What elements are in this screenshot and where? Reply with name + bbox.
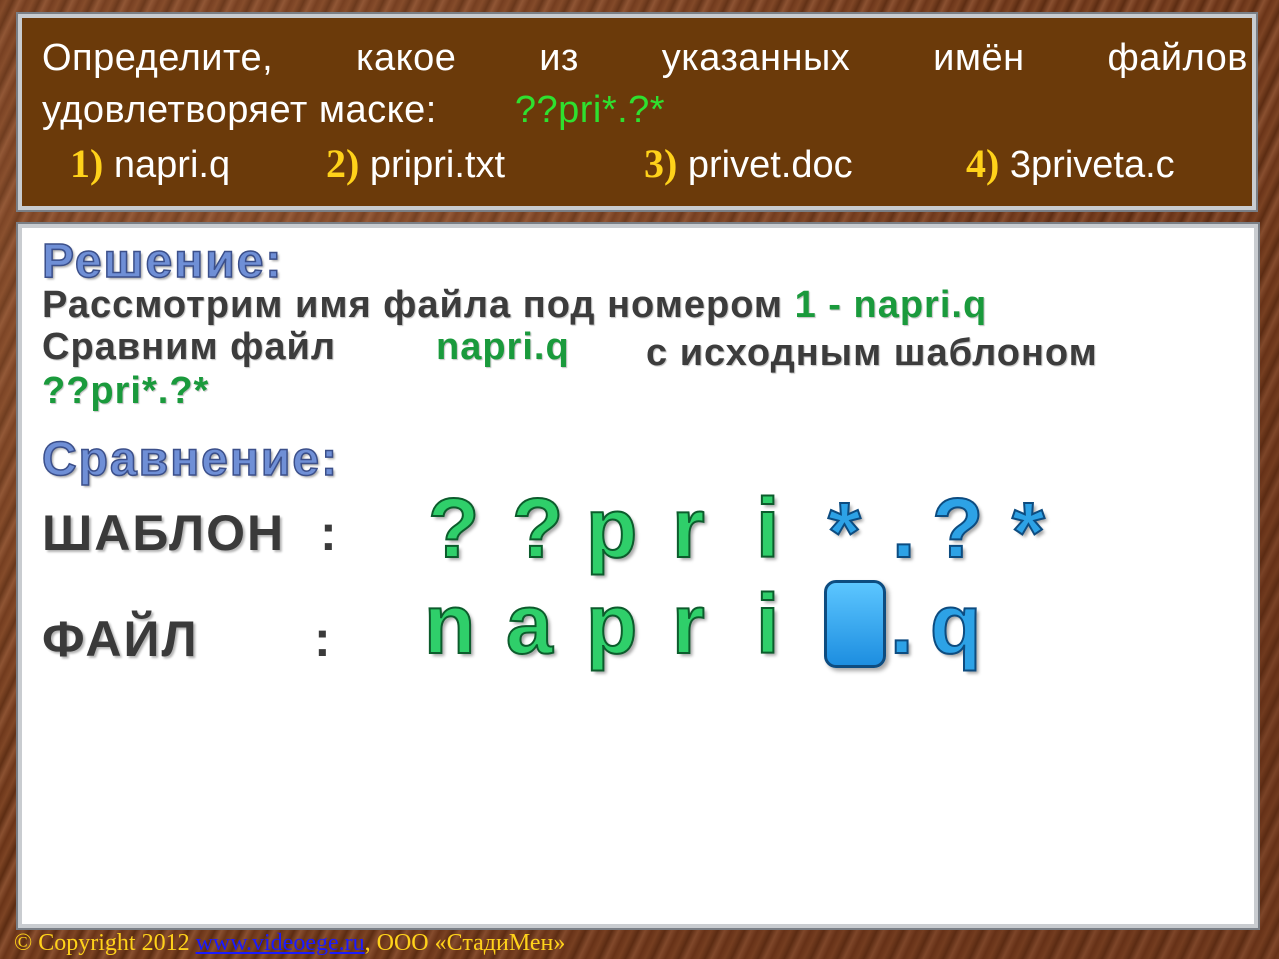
file-char-1: n	[423, 577, 476, 671]
option-4-name: 3priveta.c	[1009, 144, 1175, 186]
template-char-7: .	[891, 481, 916, 575]
template-label: ШАБЛОН	[42, 505, 286, 561]
task-panel: Определите, какое из указанных имён файл…	[16, 12, 1258, 212]
task-question: Определите, какое из указанных имён файл…	[42, 32, 1248, 136]
task-mask: ??pri*.?*	[514, 89, 666, 131]
copyright-footer: © Copyright 2012 www.videoege.ru, ООО «С…	[14, 930, 565, 957]
file-label: ФАЙЛ	[42, 611, 199, 667]
template-char-1: ?	[427, 481, 480, 575]
option-4-number: 4)	[966, 141, 1000, 186]
task-line-2: удовлетворяет маске:	[42, 89, 437, 131]
copyright-text: © Copyright 2012	[14, 930, 190, 956]
template-char-6: *	[827, 485, 862, 579]
template-char-2: ?	[511, 481, 564, 575]
file-char-6: .	[889, 577, 914, 671]
solution-line-3-mask: ??pri*.?*	[42, 370, 210, 412]
solution-line-1-text: Рассмотрим имя файла под номером	[42, 284, 784, 326]
solution-heading: Решение:	[41, 234, 284, 289]
template-char-3: p	[585, 481, 638, 575]
file-char-2: a	[505, 577, 554, 671]
solution-line-2-rest: с исходным шаблоном	[646, 332, 1098, 374]
option-2-number: 2)	[326, 141, 360, 186]
task-line-1: Определите, какое из указанных имён файл…	[42, 37, 1248, 79]
solution-line-1: Рассмотрим имя файла под номером 1 - nap…	[42, 284, 987, 327]
solution-line-2-text: Сравним файл	[42, 326, 337, 368]
option-3-number: 3)	[644, 141, 678, 186]
option-2: 2) pripri.txt	[326, 138, 505, 191]
option-1-number: 1)	[70, 141, 104, 186]
template-colon: :	[320, 505, 337, 561]
option-4: 4) 3priveta.c	[966, 138, 1175, 191]
template-char-5: i	[755, 481, 780, 575]
solution-line-1-highlight: 1 - napri.q	[794, 284, 988, 326]
website-link[interactable]: www.videoege.ru	[196, 930, 365, 956]
file-char-5: i	[755, 577, 780, 671]
file-char-3: p	[585, 577, 638, 671]
company-name: , ООО «СтадиМен»	[364, 930, 566, 956]
option-2-name: pripri.txt	[369, 144, 506, 186]
file-char-4: r	[671, 577, 706, 671]
option-1-name: napri.q	[113, 144, 231, 186]
solution-line-2-highlight: napri.q	[436, 326, 570, 368]
template-char-8: ?	[931, 481, 984, 575]
comparison-heading: Сравнение:	[41, 432, 340, 487]
empty-match-box	[824, 580, 886, 668]
file-colon: :	[314, 611, 331, 667]
file-char-7: q	[929, 577, 982, 671]
option-3: 3) privet.doc	[644, 138, 853, 191]
template-char-9: *	[1011, 485, 1046, 579]
option-1: 1) napri.q	[70, 138, 230, 191]
template-char-4: r	[671, 481, 706, 575]
option-3-name: privet.doc	[687, 144, 853, 186]
solution-panel: Решение: Рассмотрим имя файла под номеро…	[16, 222, 1260, 930]
